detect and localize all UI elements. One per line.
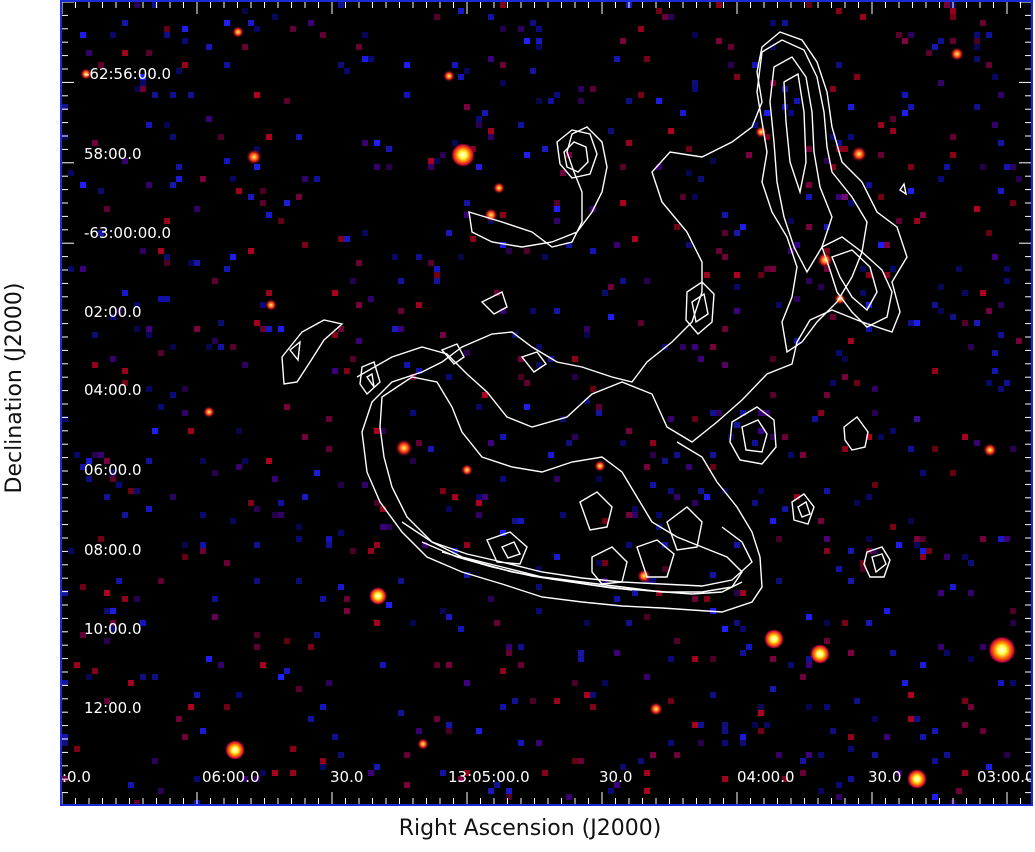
background-noise (62, 2, 1022, 804)
y-tick-label: 02:00.0 (84, 303, 142, 321)
bright-sources (80, 26, 1016, 789)
x-tick-label: 04:00.0 (737, 768, 795, 786)
y-tick-label: 12:00.0 (84, 699, 142, 717)
axis-ticks (62, 2, 1031, 804)
y-tick-label: 06:00.0 (84, 461, 142, 479)
radio-contours (281, 31, 908, 613)
y-tick-label: -62:56:00.0 (84, 65, 171, 83)
x-tick-label: 30.0 (599, 768, 632, 786)
sky-image-panel: -62:56:00.0 58:00.0 -63:00:00.0 02:00.0 04:0… (60, 0, 1033, 806)
y-tick-label: 08:00.0 (84, 541, 142, 559)
x-tick-label: 06:00.0 (202, 768, 260, 786)
y-tick-label: -63:00:00.0 (84, 224, 171, 242)
y-tick-label: 58:00.0 (84, 145, 142, 163)
sky-image: -62:56:00.0 58:00.0 -63:00:00.0 02:00.0 04:0… (62, 2, 1031, 804)
x-tick-label: 30.0 (330, 768, 363, 786)
y-tick-labels: -62:56:00.0 58:00.0 -63:00:00.0 02:00.0 04:0… (84, 65, 171, 717)
x-tick-label: :0.0 (62, 768, 91, 786)
x-tick-label: 13:05:00.0 (448, 768, 530, 786)
x-tick-label: 30.0 (868, 768, 901, 786)
y-tick-label: 04:00.0 (84, 381, 142, 399)
y-axis-label: Declination (J2000) (2, 282, 27, 494)
y-tick-label: 10:00.0 (84, 620, 142, 638)
x-tick-label: 03:00.0 (977, 768, 1031, 786)
x-axis-label: Right Ascension (J2000) (398, 816, 662, 841)
